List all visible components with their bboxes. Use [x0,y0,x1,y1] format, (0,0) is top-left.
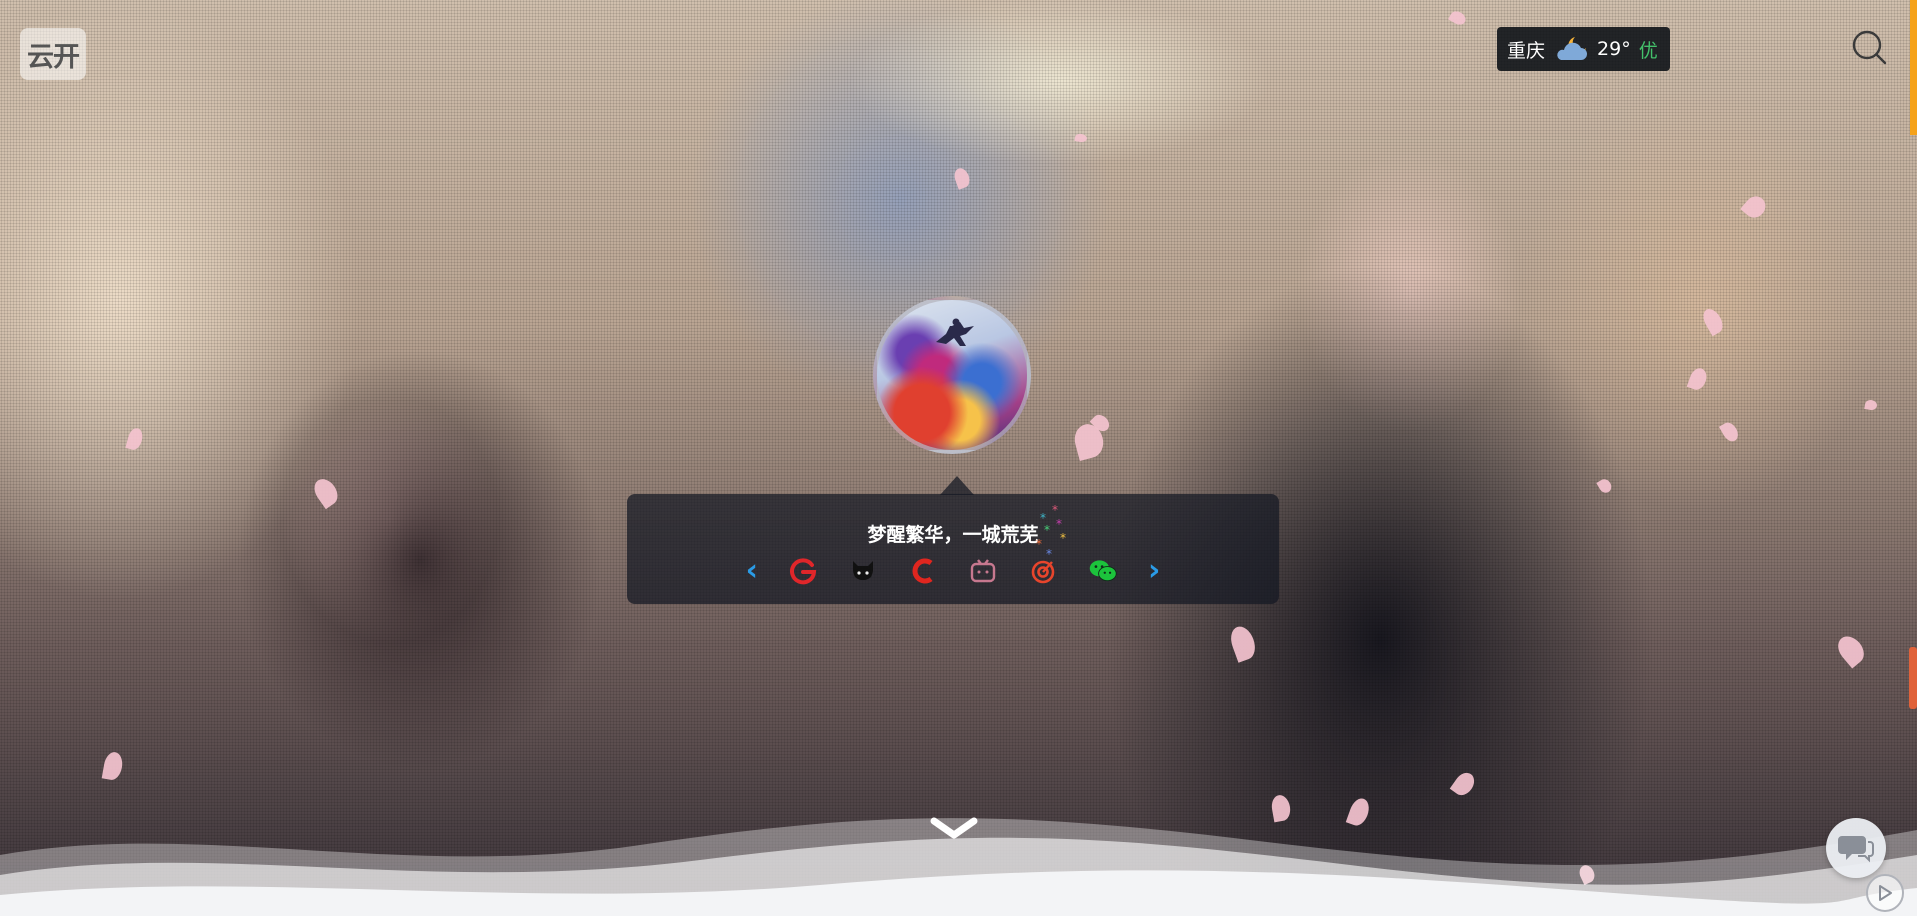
site-logo[interactable]: 云开 [20,28,86,80]
wechat-icon [1089,560,1117,582]
chat-button[interactable] [1826,818,1886,878]
jumping-figure-icon [936,318,974,346]
google-icon [790,558,817,585]
search-button[interactable] [1850,28,1890,68]
sparkle-decoration: * * * * * * * [1036,503,1066,561]
bilibili-link[interactable] [968,556,998,586]
csdn-icon [912,558,933,584]
google-link[interactable] [788,556,818,586]
page-scroll-indicator [1910,0,1917,135]
profile-panel: 梦醒繁华，一城荒芜 ‹ › [627,494,1279,604]
site-logo-subtitle [96,40,206,64]
scroll-down-button[interactable] [928,813,980,843]
weather-city: 重庆 [1507,39,1546,62]
github-link[interactable] [848,556,878,586]
weather-temperature: 29° [1597,38,1631,60]
music-play-button[interactable] [1866,874,1904,912]
svg-text:*: * [1046,547,1052,561]
svg-text:*: * [1044,523,1050,537]
chat-bubble-icon [1838,836,1874,863]
social-links-row: ‹ › [627,556,1279,586]
profile-motto: 梦醒繁华，一城荒芜 [867,524,1039,546]
avatar[interactable] [873,296,1031,454]
csdn-link[interactable] [908,556,938,586]
prev-arrow-button[interactable]: ‹ [746,556,758,586]
svg-text:*: * [1060,531,1066,545]
partly-cloudy-night-icon [1557,37,1588,60]
wechat-link[interactable] [1088,556,1118,586]
panel-pointer [940,476,974,495]
chevron-down-icon [930,817,978,839]
svg-text:*: * [1056,517,1062,531]
search-icon [1852,30,1887,65]
scrollbar-thumb[interactable] [1909,647,1917,709]
home-page: 云开 重庆 29° 优 梦醒繁华，一城荒芜 ‹ › * * * * * * * [0,0,1917,916]
svg-text:*: * [1052,503,1058,517]
weather-widget[interactable]: 重庆 29° 优 [1497,27,1670,71]
github-icon [853,561,873,580]
air-quality-label: 优 [1638,39,1658,62]
next-arrow-button[interactable]: › [1148,556,1160,586]
hero-background-photo [0,0,1917,916]
bilibili-icon [970,559,996,583]
svg-text:*: * [1036,537,1042,551]
play-icon [1879,885,1892,901]
